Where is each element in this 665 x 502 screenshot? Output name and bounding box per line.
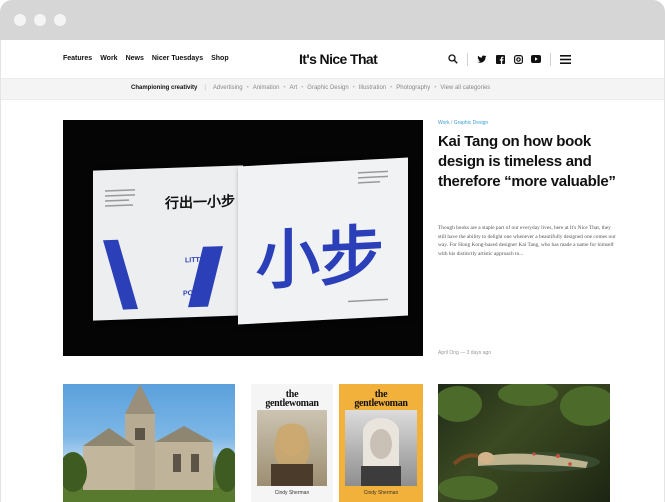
- category-bar: Championing creativity | Advertising • A…: [1, 78, 664, 100]
- book-little: LITTLE: [185, 257, 209, 265]
- hero-breadcrumb: Work / Graphic Design: [438, 120, 489, 126]
- hero-image[interactable]: 行出一小步 LITTLE POST 小步: [63, 120, 423, 356]
- browser-chrome: [0, 0, 665, 40]
- hero-title[interactable]: Kai Tang on how book design is timeless …: [438, 132, 638, 192]
- book-cover: 小步: [238, 157, 408, 325]
- category-graphic-design[interactable]: Graphic Design: [307, 85, 348, 91]
- category-bullet: •: [434, 85, 437, 91]
- hero-tag-link[interactable]: Graphic Design: [454, 120, 488, 126]
- category-advertising[interactable]: Advertising: [213, 85, 243, 91]
- nav-features[interactable]: Features: [63, 55, 92, 62]
- hero-section-link[interactable]: Work: [438, 120, 450, 126]
- category-photography[interactable]: Photography: [396, 85, 430, 91]
- hero-excerpt: Though books are a staple part of our ev…: [438, 225, 616, 257]
- page: Features Work News Nicer Tuesdays Shop I…: [0, 40, 665, 502]
- category-animation[interactable]: Animation: [253, 85, 280, 91]
- category-bullet: •: [352, 85, 355, 91]
- category-bullet: •: [301, 85, 304, 91]
- header-divider: [467, 52, 468, 66]
- gentlewoman-tile-2[interactable]: the gentlewoman Cindy Sherman: [339, 384, 423, 502]
- gentlewoman-wordmark: the gentlewoman: [339, 390, 423, 409]
- window-maximize-dot[interactable]: [54, 14, 66, 26]
- site-header: Features Work News Nicer Tuesdays Shop I…: [1, 40, 664, 78]
- search-icon[interactable]: [447, 53, 459, 65]
- cover-caption: Cindy Sherman: [363, 490, 399, 496]
- menu-icon[interactable]: [559, 53, 571, 65]
- category-view-all[interactable]: View all categories: [440, 85, 490, 91]
- instagram-icon[interactable]: [512, 53, 524, 65]
- site-logo[interactable]: It's Nice That: [299, 51, 378, 67]
- gentlewoman-tile-1[interactable]: the gentlewoman Cindy Sherman: [251, 384, 333, 502]
- nav-shop[interactable]: Shop: [211, 55, 229, 62]
- wordmark-line-2: gentlewoman: [354, 398, 408, 409]
- category-lead: Championing creativity: [131, 85, 198, 91]
- category-bullet: •: [390, 85, 393, 91]
- facebook-icon[interactable]: [494, 53, 506, 65]
- magazine-cover-photo: [257, 410, 327, 486]
- wordmark-line-2: gentlewoman: [265, 398, 319, 409]
- gentlewoman-wordmark: the gentlewoman: [251, 390, 333, 409]
- category-illustration[interactable]: Illustration: [359, 85, 386, 91]
- youtube-icon[interactable]: [530, 53, 542, 65]
- category-bullet: •: [246, 85, 249, 91]
- church-illustration: [63, 384, 235, 502]
- header-icons: [447, 52, 571, 66]
- book-cover-cjk: 小步: [256, 219, 384, 300]
- nav-work[interactable]: Work: [100, 55, 117, 62]
- book-post: POST: [183, 290, 203, 298]
- twitter-icon[interactable]: [476, 53, 488, 65]
- nav-news[interactable]: News: [126, 55, 144, 62]
- category-list: Championing creativity | Advertising • A…: [131, 85, 490, 91]
- book-left-page: 行出一小步 LITTLE POST: [93, 165, 243, 321]
- painting-illustration: [438, 384, 610, 500]
- nav-nicer-tuesdays[interactable]: Nicer Tuesdays: [152, 55, 203, 62]
- main-nav: Features Work News Nicer Tuesdays Shop: [63, 55, 229, 62]
- hero-meta: April Ong — 3 days ago: [438, 350, 492, 356]
- header-divider: [550, 52, 551, 66]
- category-bullet: •: [283, 85, 286, 91]
- category-divider: |: [204, 85, 206, 91]
- window-minimize-dot[interactable]: [34, 14, 46, 26]
- painting-tile[interactable]: [438, 384, 610, 502]
- book-left-cjk: 行出一小步: [164, 193, 235, 212]
- magazine-cover-photo: [345, 410, 417, 486]
- cover-caption: Cindy Sherman: [274, 490, 310, 496]
- category-art[interactable]: Art: [290, 85, 298, 91]
- window-close-dot[interactable]: [14, 14, 26, 26]
- church-tile[interactable]: [63, 384, 235, 502]
